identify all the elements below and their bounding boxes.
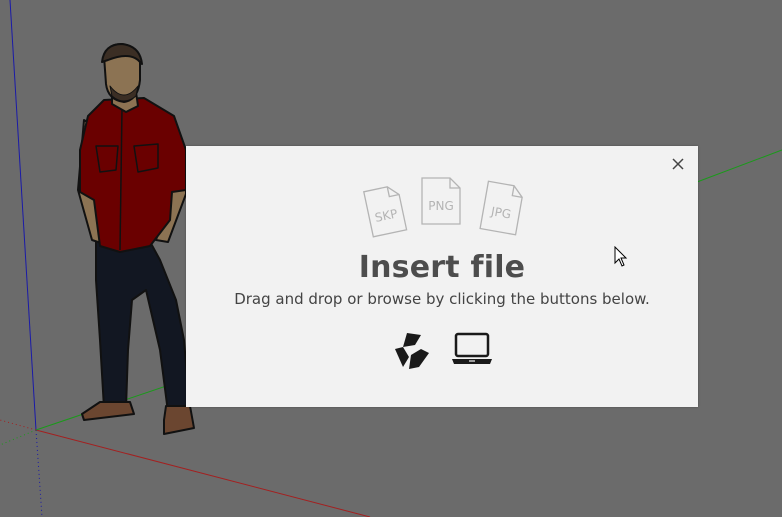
red-axis-dotted (0, 419, 37, 431)
png-file-icon: PNG (421, 177, 461, 225)
blue-axis-dotted (35, 429, 43, 517)
close-icon[interactable] (670, 156, 686, 172)
figure-shoe-right (163, 405, 195, 435)
green-axis-dotted (0, 429, 37, 446)
figure-shoe-left (81, 401, 135, 421)
laptop-icon[interactable] (450, 331, 494, 367)
insert-file-dialog: SKP PNG JPG Insert file Drag and drop or… (186, 146, 698, 407)
green-axis-right (696, 149, 782, 183)
png-label: PNG (428, 199, 454, 213)
figure-pocket-right (133, 143, 159, 173)
red-axis (35, 429, 371, 517)
figure-pocket-left (95, 145, 119, 173)
scale-figure[interactable] (77, 43, 195, 435)
dialog-subtitle: Drag and drop or browse by clicking the … (234, 290, 650, 308)
skp-file-icon: SKP (363, 186, 408, 238)
jpg-file-icon: JPG (479, 180, 523, 236)
blue-axis (9, 0, 37, 431)
figure-pants (95, 237, 191, 413)
trimble-connect-icon[interactable] (391, 331, 431, 371)
mouse-cursor-icon (614, 246, 628, 267)
